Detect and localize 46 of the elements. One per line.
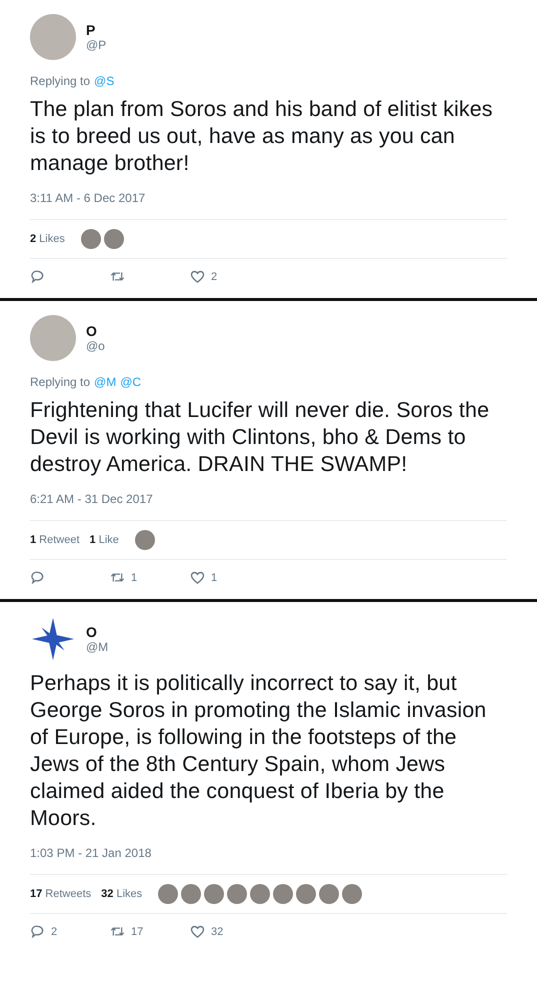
liker-avatar-placeholder[interactable] — [342, 884, 362, 904]
action-count: 1 — [131, 572, 138, 584]
reply-icon[interactable] — [30, 269, 45, 284]
avatar-photo-placeholder[interactable] — [30, 315, 76, 361]
replying-label: Replying to — [30, 375, 90, 389]
liker-avatar-placeholder[interactable] — [227, 884, 248, 904]
action-count: 2 — [51, 926, 58, 938]
liker-avatar-placeholder[interactable] — [181, 884, 202, 904]
liker-avatar-placeholder[interactable] — [80, 229, 101, 249]
liker-avatar-placeholder[interactable] — [204, 884, 224, 904]
action-count: 1 — [211, 572, 218, 584]
action-count: 2 — [211, 270, 218, 282]
heart-icon[interactable] — [190, 570, 205, 585]
tweet-text: Perhaps it is politically incorrect to say it, but George Soros in promoting the Islamic invasion of Europe, is following in the footsteps of the Jews of the 8th Century Spain, whom Jews claimed aided the conquest of Iberia by the Moors. — [30, 670, 488, 832]
liker-avatar-placeholder[interactable] — [158, 884, 178, 904]
user-name[interactable]: O — [86, 323, 105, 339]
liker-avatar-placeholder[interactable] — [134, 530, 155, 550]
heart-icon[interactable] — [190, 924, 205, 939]
tweet-timestamp: 3:11 AM - 6 Dec 2017 — [30, 191, 146, 205]
action-count: 17 — [131, 926, 144, 938]
replying-label: Replying to — [30, 74, 90, 88]
user-name[interactable]: O — [86, 624, 108, 640]
liker-avatar-placeholder[interactable] — [296, 884, 316, 904]
user-handle[interactable]: @P — [86, 38, 106, 52]
action-count: 32 — [211, 926, 224, 938]
tweet-timestamp: 6:21 AM - 31 Dec 2017 — [30, 492, 153, 506]
engagement-count[interactable]: 17 Retweets — [30, 888, 92, 900]
engagement-count[interactable]: 2 Likes — [30, 233, 65, 245]
user-handle[interactable]: @M — [86, 640, 108, 654]
liker-avatar-placeholder[interactable] — [273, 884, 294, 904]
tweet-text: Frightening that Lucifer will never die. Soros the Devil is working with Clintons, bho & Dems to destroy America. DRAIN THE SWAMP! — [30, 397, 490, 478]
liker-avatar-placeholder[interactable] — [319, 884, 340, 904]
tweet-text: The plan from Soros and his band of elitist kikes is to breed us out, have as many as you can manage brother! — [30, 96, 494, 177]
reply-icon[interactable] — [30, 924, 45, 939]
reply-icon[interactable] — [30, 570, 45, 585]
engagement-count[interactable]: 32 Likes — [101, 888, 142, 900]
engagement-count[interactable]: 1 Like — [90, 534, 119, 546]
cross-icon[interactable] — [30, 616, 76, 662]
user-handle[interactable]: @o — [86, 339, 105, 353]
user-name[interactable]: P — [86, 22, 106, 38]
avatar-photo-placeholder[interactable] — [30, 14, 76, 60]
tweet-timestamp: 1:03 PM - 21 Jan 2018 — [30, 846, 152, 860]
liker-avatar-placeholder[interactable] — [104, 229, 124, 249]
liker-avatar-placeholder[interactable] — [250, 884, 270, 904]
engagement-count[interactable]: 1 Retweet — [30, 534, 80, 546]
heart-icon[interactable] — [190, 269, 205, 284]
